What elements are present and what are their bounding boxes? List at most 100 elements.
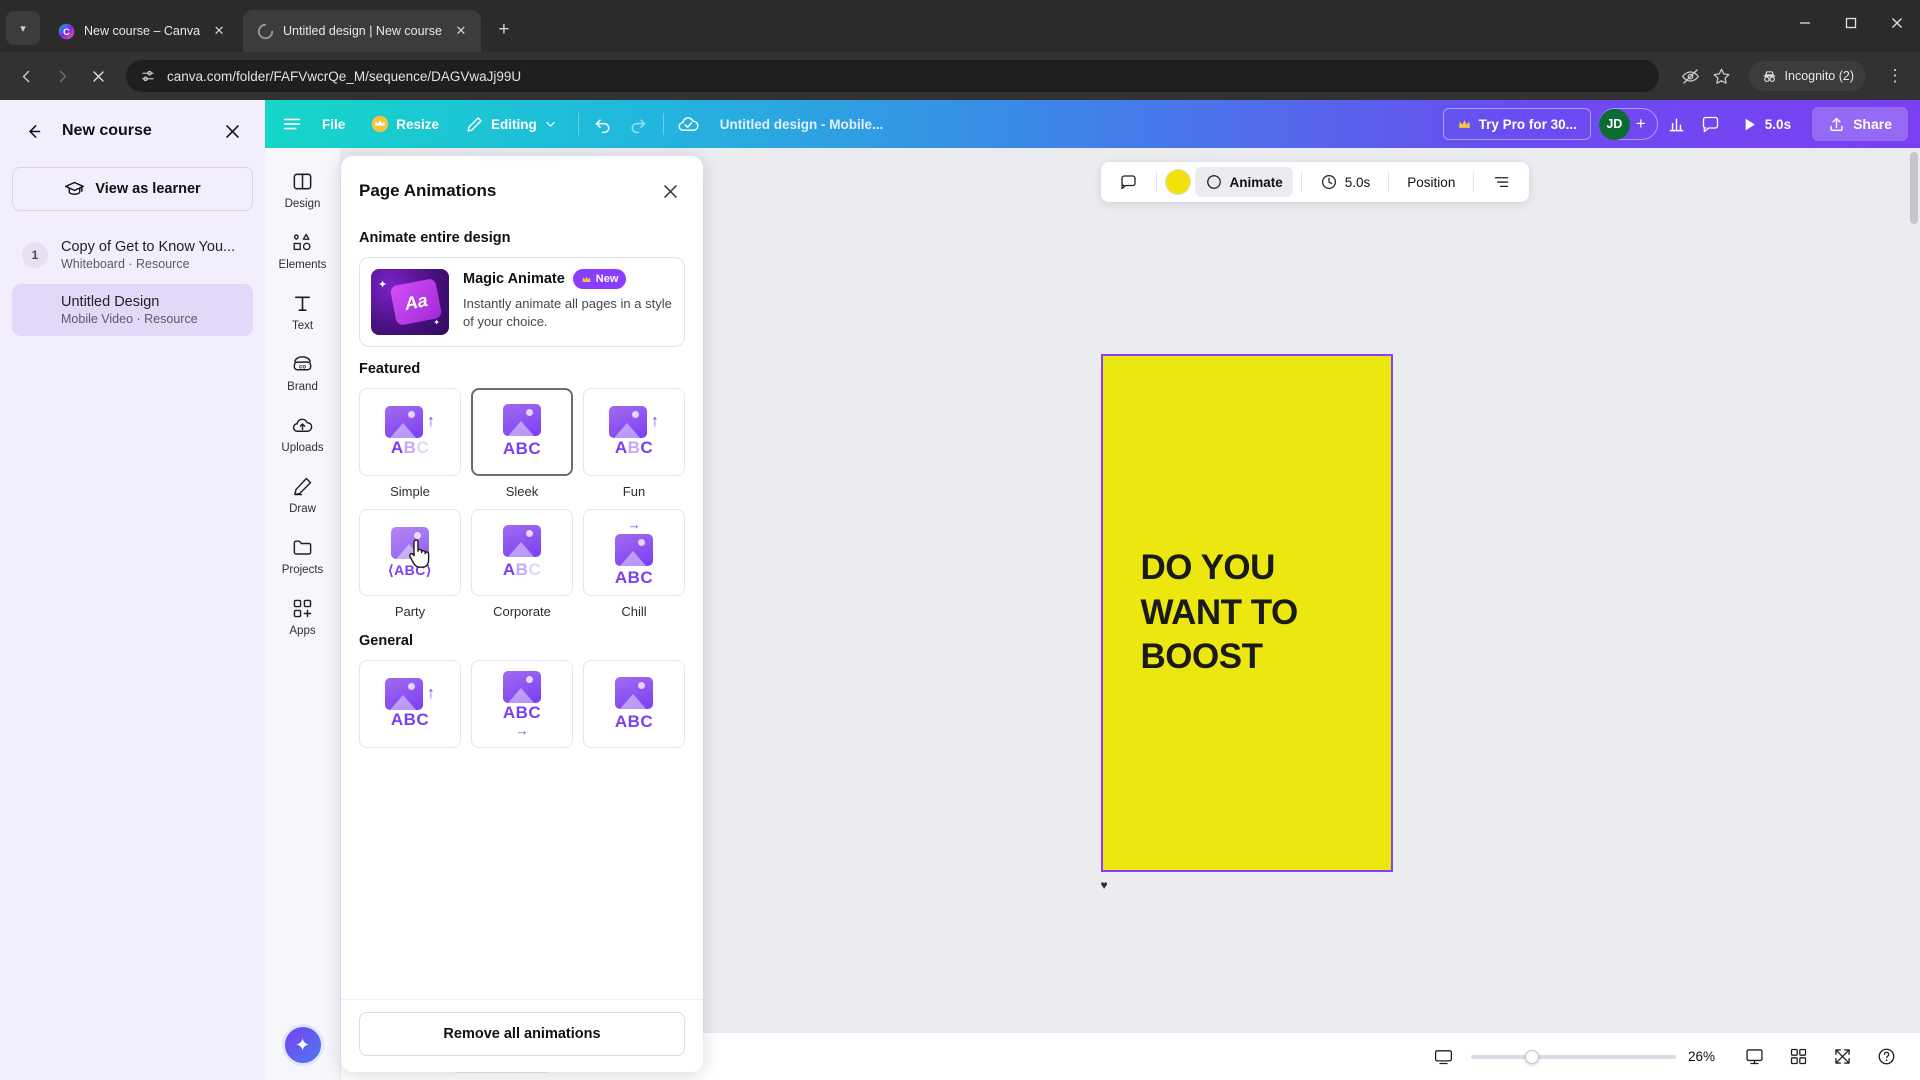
resize-button[interactable]: Resize [360,108,450,140]
url-text: canva.com/folder/FAFVwcrQe_M/sequence/DA… [167,68,522,84]
animation-thumb-general-1[interactable]: ↑ ABC [359,660,461,749]
magic-studio-icon[interactable]: ✦ [281,1024,324,1066]
panel-close-icon[interactable] [655,176,685,206]
remove-all-animations-button[interactable]: Remove all animations [359,1012,685,1056]
sidebar-item-projects[interactable]: Projects [269,526,337,583]
course-item-2-meta: Mobile Video · Resource [61,312,198,326]
animation-option-general-1[interactable]: ↑ ABC [359,660,461,756]
sidebar-item-uploads[interactable]: Uploads [269,404,337,461]
duration-button[interactable]: 5.0s [1310,167,1381,197]
design-page[interactable]: DO YOU WANT TO BOOST [1100,354,1393,872]
animation-option-general-2[interactable]: ABC → [471,660,573,756]
stop-loading-button[interactable] [82,60,114,92]
sidebar-item-apps[interactable]: Apps [269,587,337,644]
abc-glyph: ABC [614,437,654,457]
animation-thumb-corporate[interactable]: ABC [471,508,573,597]
bookmark-star-icon[interactable] [1712,67,1731,86]
image-placeholder-icon [609,405,647,438]
insights-icon[interactable] [1662,109,1692,139]
fit-screen-icon[interactable] [1427,1041,1459,1073]
present-duration-button[interactable]: 5.0s [1730,108,1802,140]
browser-tab-1[interactable]: C New course – Canva ✕ [44,10,240,52]
new-tab-button[interactable]: + [489,15,519,45]
view-as-learner-button[interactable]: View as learner [12,167,253,211]
share-button[interactable]: Share [1812,107,1908,141]
back-button[interactable] [10,60,42,92]
animation-thumb-chill[interactable]: → ABC [583,508,685,597]
expand-icon[interactable] [1826,1041,1858,1073]
close-icon[interactable] [217,116,247,146]
browser-tab-2[interactable]: Untitled design | New course ✕ [243,10,481,52]
grid-apps-icon [291,596,314,620]
canvas-scrollbar[interactable] [1910,152,1918,224]
sidebar-item-text[interactable]: Text [269,282,337,339]
position-button[interactable]: Position [1397,167,1465,197]
page-text-line-3[interactable]: BOOST [1141,635,1353,680]
course-sidebar: New course View as learner 1 Copy of Get… [0,100,265,1080]
animation-option-simple[interactable]: ↑ ABC Simple [359,388,461,499]
animation-thumb-party[interactable]: ⟨ABC⟩ [359,508,461,597]
site-settings-icon[interactable] [140,68,156,84]
present-icon[interactable] [1738,1041,1770,1073]
arrow-left-icon[interactable] [18,116,48,146]
file-menu-button[interactable]: File [311,108,356,140]
animation-option-sleek[interactable]: ABC Sleek [471,388,573,499]
window-maximize-button[interactable] [1828,0,1874,46]
page-text-line-1[interactable]: DO YOU [1141,546,1353,591]
chrome-menu-button[interactable]: ⋮ [1880,61,1910,91]
help-icon[interactable] [1870,1041,1902,1073]
tab-search-chevron-icon[interactable]: ▾ [6,11,40,45]
course-item-1[interactable]: 1 Copy of Get to Know You... Whiteboard … [12,229,253,281]
collaborators[interactable]: JD + [1598,108,1658,140]
zoom-slider-handle[interactable] [1525,1049,1539,1064]
animation-option-party[interactable]: ⟨ABC⟩ Party [359,508,461,619]
window-minimize-button[interactable] [1782,0,1828,46]
incognito-indicator[interactable]: Incognito (2) [1748,61,1866,91]
sidebar-item-elements[interactable]: Elements [269,221,337,278]
color-swatch-button[interactable] [1164,169,1191,195]
comments-icon[interactable] [1696,109,1726,139]
zoom-level-label[interactable]: 26% [1688,1049,1726,1064]
course-item-2[interactable]: 2 Untitled Design Mobile Video · Resourc… [12,284,253,336]
browser-tab-1-close-icon[interactable]: ✕ [209,21,229,41]
transparency-button[interactable] [1482,167,1521,197]
forward-button[interactable] [46,60,78,92]
panel-scroll-area[interactable]: Animate entire design ✦ ✦ Aa Magic Anima… [341,216,703,999]
hamburger-menu-icon[interactable] [277,109,307,139]
design-title[interactable]: Untitled design - Mobile... [708,117,896,132]
animation-option-fun[interactable]: ↑ ABC Fun [583,388,685,499]
zoom-slider[interactable] [1471,1049,1676,1064]
favorite-heart-icon[interactable]: ♥ [1101,878,1108,892]
magic-animate-card[interactable]: ✦ ✦ Aa Magic Animate New Instantly anima… [359,257,685,347]
animation-thumb-general-2[interactable]: ABC → [471,660,573,749]
animation-option-corporate[interactable]: ABC Corporate [471,508,573,619]
page-text-line-2[interactable]: WANT TO [1141,591,1353,636]
try-pro-button[interactable]: Try Pro for 30... [1442,108,1591,140]
play-icon [1745,118,1755,130]
animation-thumb-sleek[interactable]: ABC [471,388,573,476]
sidebar-item-draw[interactable]: Draw [269,465,337,522]
animation-thumb-general-3[interactable]: ABC [583,660,685,749]
grid-view-icon[interactable] [1782,1041,1814,1073]
add-collaborator-icon[interactable]: + [1635,114,1650,134]
image-placeholder-icon [503,404,541,437]
comment-icon [1120,174,1136,189]
animate-button[interactable]: Animate [1194,167,1293,197]
sidebar-item-design[interactable]: Design [269,160,337,217]
address-bar[interactable]: canva.com/folder/FAFVwcrQe_M/sequence/DA… [126,60,1659,92]
browser-tab-2-close-icon[interactable]: ✕ [451,21,471,41]
shapes-icon [291,230,314,254]
sidebar-item-brand[interactable]: co Brand [269,343,337,400]
animation-thumb-simple[interactable]: ↑ ABC [359,388,461,476]
redo-button[interactable] [623,109,653,139]
comment-button[interactable] [1109,167,1148,197]
tracking-protection-icon[interactable] [1681,67,1700,86]
animation-thumb-fun[interactable]: ↑ ABC [583,388,685,476]
editing-mode-button[interactable]: Editing [454,108,568,140]
course-item-2-name: Untitled Design [61,294,160,310]
undo-button[interactable] [589,109,619,139]
cloud-saved-icon[interactable] [674,109,704,139]
window-close-button[interactable] [1874,0,1920,46]
animation-option-chill[interactable]: → ABC Chill [583,508,685,619]
animation-option-general-3[interactable]: ABC [583,660,685,756]
